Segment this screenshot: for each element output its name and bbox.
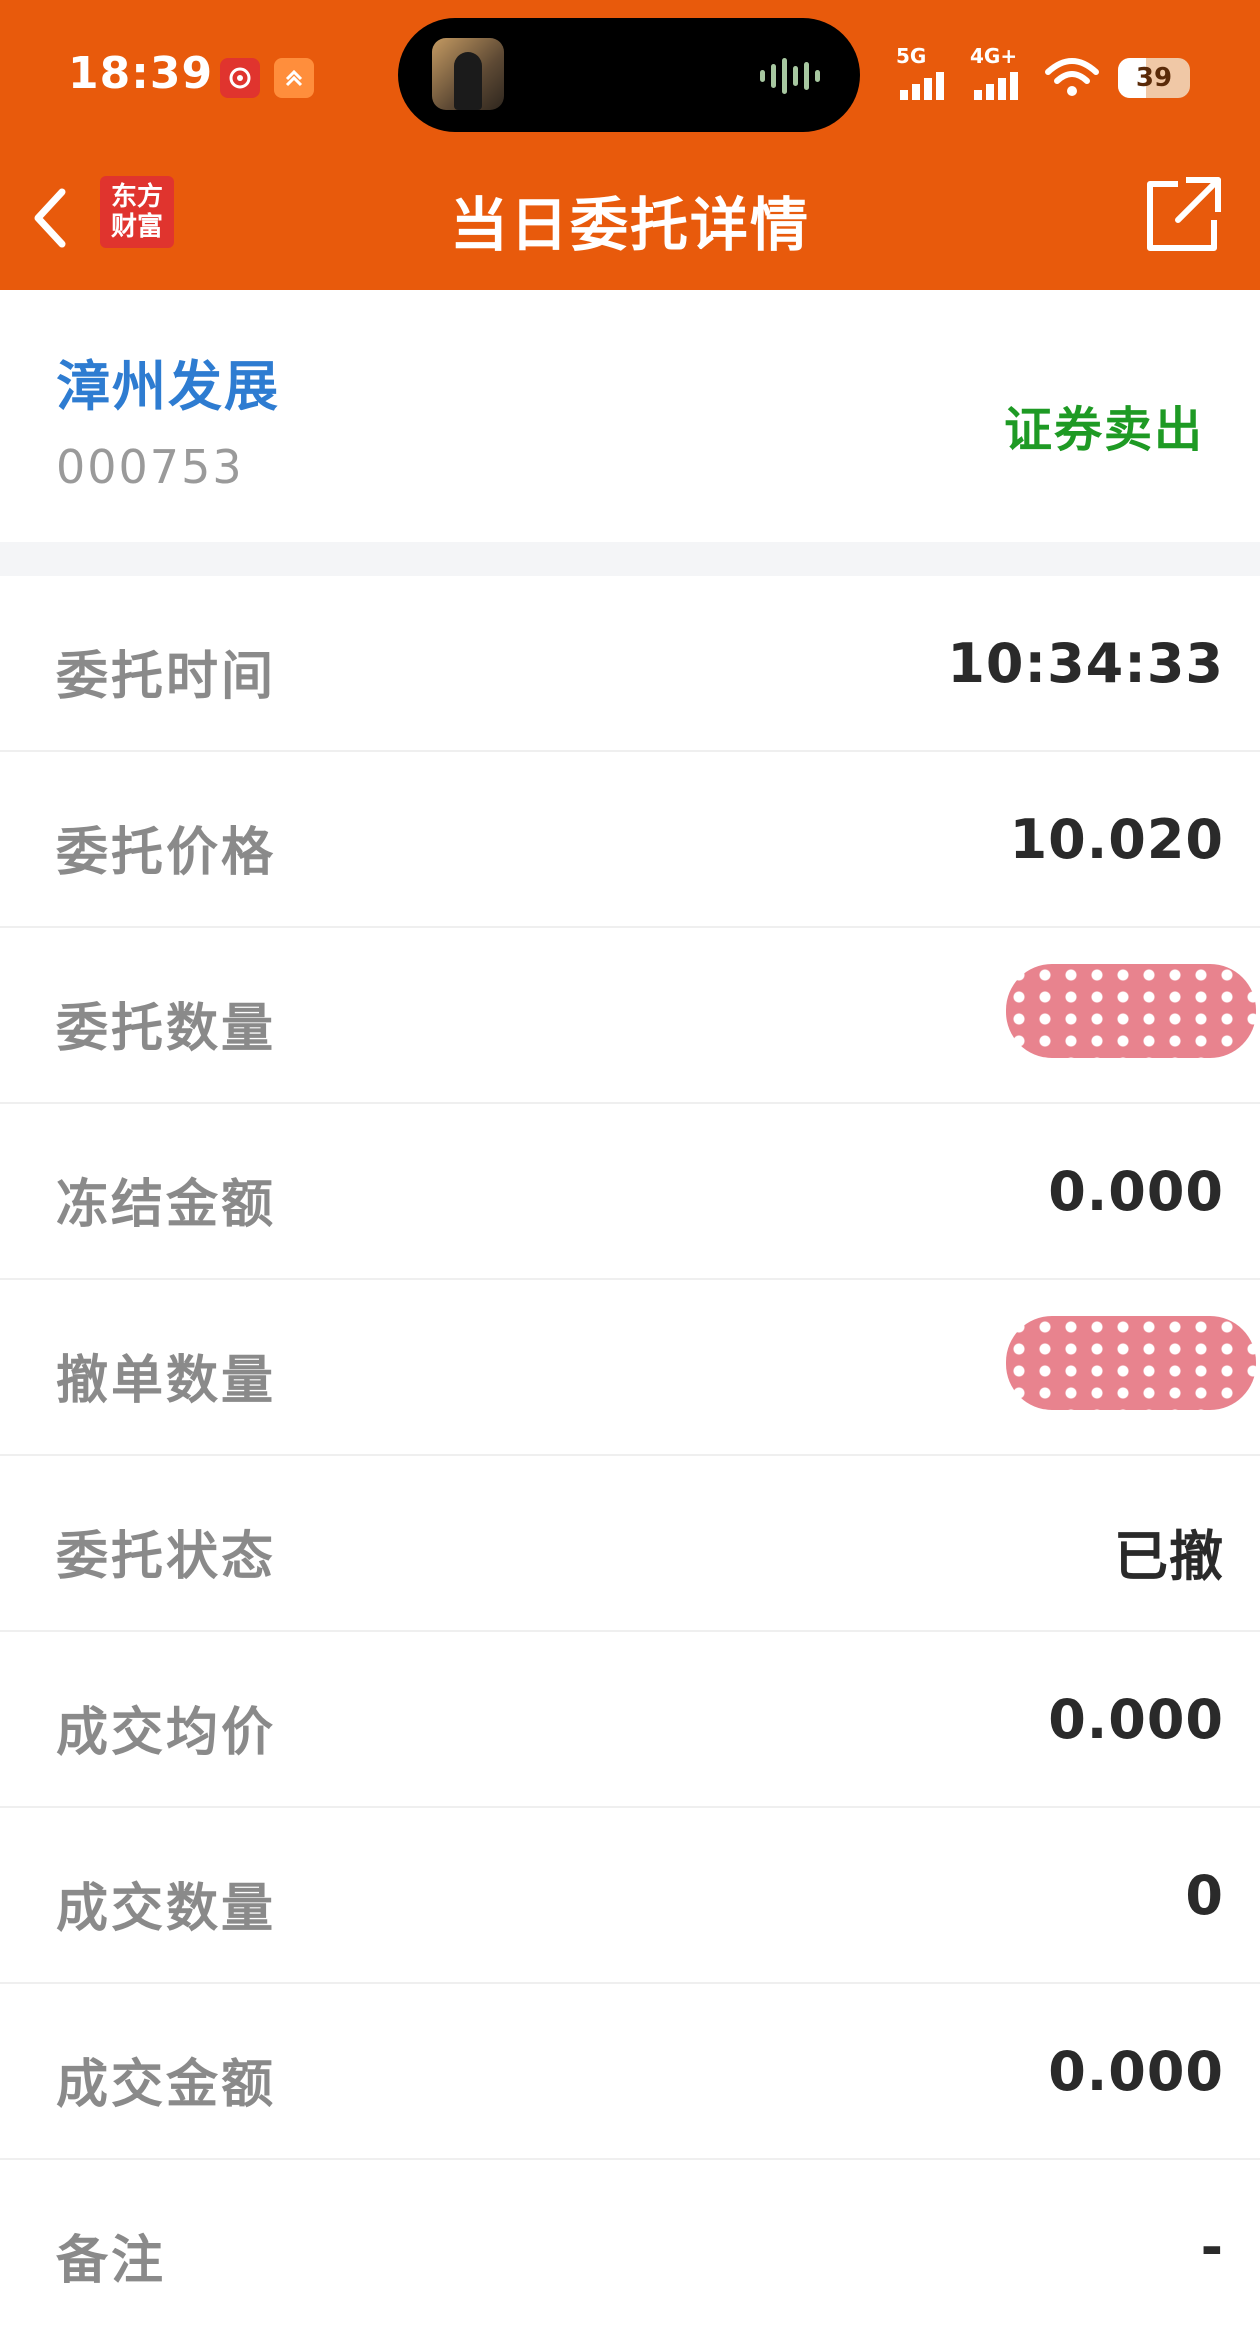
now-playing-artwork (432, 38, 504, 110)
detail-value: 10.020 (1009, 808, 1224, 871)
detail-value: 0 (1185, 1864, 1224, 1927)
detail-row: 委托时间 10:34:33 (0, 576, 1260, 752)
taobao-icon (274, 58, 314, 98)
wifi-icon (1045, 58, 1099, 96)
share-external-icon (1147, 177, 1221, 251)
battery-icon: 39 (1118, 58, 1190, 98)
stock-card: 漳州发展 000753 证券卖出 (0, 290, 1260, 542)
detail-label: 成交均价 (56, 1703, 277, 1763)
detail-value: 已撤 (1114, 1525, 1224, 1588)
detail-row: 成交数量 0 (0, 1808, 1260, 1984)
detail-value: 0.000 (1048, 1160, 1224, 1223)
audio-waveform-icon (760, 58, 820, 94)
redacted-value (1006, 964, 1256, 1058)
share-button[interactable] (1142, 172, 1226, 256)
order-detail-list: 委托时间 10:34:33 委托价格 10.020 委托数量 冻结金额 0.000 撤单数量委… (0, 576, 1260, 2336)
detail-row: 成交均价 0.000 (0, 1632, 1260, 1808)
detail-row: 冻结金额 0.000 (0, 1104, 1260, 1280)
detail-label: 委托状态 (56, 1527, 277, 1587)
detail-row: 委托价格 10.020 (0, 752, 1260, 928)
section-divider (0, 542, 1260, 576)
detail-value: 0.000 (1048, 2040, 1224, 2103)
stock-name[interactable]: 漳州发展 (56, 342, 280, 421)
signal-5g-icon: 5G (896, 44, 952, 104)
detail-label: 委托数量 (56, 999, 277, 1059)
stock-code: 000753 (56, 440, 244, 494)
netease-music-icon (220, 58, 260, 98)
app-header: 18:39 5G 4G+ 39 东方 财富 当日委托详情 (0, 0, 1260, 290)
status-indicators: 5G 4G+ 39 (896, 44, 1190, 106)
detail-value: 10:34:33 (947, 632, 1224, 695)
detail-row: 撤单数量 (0, 1280, 1260, 1456)
detail-row: 备注 - (0, 2160, 1260, 2336)
detail-label: 撤单数量 (56, 1351, 277, 1411)
battery-percent: 39 (1135, 63, 1173, 93)
status-time: 18:39 (68, 48, 214, 99)
dynamic-island[interactable] (398, 18, 860, 132)
detail-row: 成交金额 0.000 (0, 1984, 1260, 2160)
detail-row: 委托数量 (0, 928, 1260, 1104)
page-title: 当日委托详情 (449, 191, 810, 259)
detail-label: 委托时间 (56, 647, 277, 707)
detail-label: 委托价格 (56, 823, 277, 883)
detail-label: 冻结金额 (56, 1175, 277, 1235)
signal-4g-icon: 4G+ (970, 44, 1026, 104)
redacted-value (1006, 1316, 1256, 1410)
detail-value: - (1200, 2216, 1224, 2279)
nav-bar: 东方 财富 当日委托详情 (0, 150, 1260, 290)
status-bar: 18:39 5G 4G+ 39 (0, 0, 1260, 150)
detail-label: 备注 (56, 2231, 167, 2291)
detail-label: 成交金额 (56, 2055, 277, 2115)
detail-value: 0.000 (1048, 1688, 1224, 1751)
trade-type-label: 证券卖出 (1003, 402, 1204, 458)
detail-row: 委托状态 已撤 (0, 1456, 1260, 1632)
detail-label: 成交数量 (56, 1879, 277, 1939)
